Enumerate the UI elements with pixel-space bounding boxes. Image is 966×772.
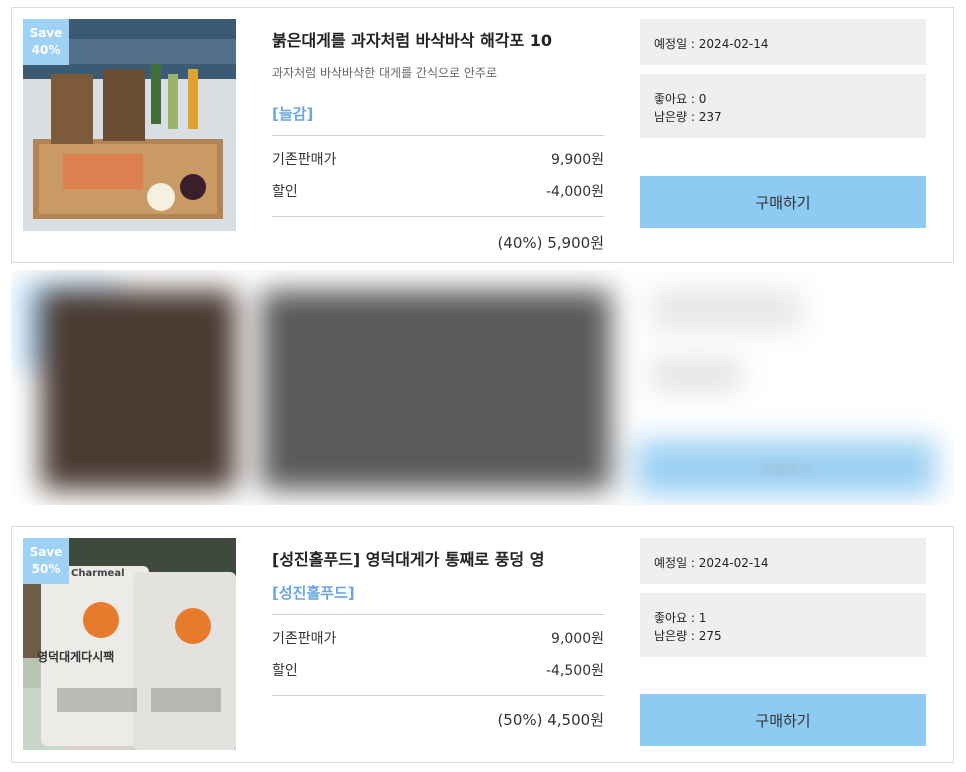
- product-image[interactable]: Charmeal 영덕대게다시팩 Save 50%: [23, 538, 236, 750]
- product-card-3: Charmeal 영덕대게다시팩 Save 50% [성진홀푸드] 영덕대게가 …: [11, 526, 954, 763]
- final-price: (40%) 5,900원: [497, 234, 604, 252]
- pack-logo: Charmeal: [71, 568, 125, 579]
- original-price-label: 기존판매가: [272, 152, 337, 168]
- badge-percent: 50%: [31, 562, 61, 576]
- release-date-box: 예정일 : 2024-02-14: [640, 19, 926, 65]
- product-card-1: Save 40% 붉은대게를 과자처럼 바삭바삭 해각포 10 과자처럼 바삭바…: [11, 7, 954, 263]
- original-price-row: 기존판매가 9,900원: [272, 149, 604, 169]
- divider: [272, 695, 604, 696]
- discount-label: 할인: [272, 663, 298, 679]
- original-price-value: 9,900원: [551, 152, 604, 168]
- badge-label: Save: [29, 26, 63, 40]
- product-subtitle: 과자처럼 바삭바삭한 대게를 간식으로 안주로: [272, 66, 498, 80]
- buy-button[interactable]: 구매하기: [671, 460, 901, 481]
- likes-count: 좋아요 : 1: [654, 611, 707, 625]
- discount-label: 할인: [272, 184, 298, 200]
- product-image[interactable]: Save 40%: [23, 19, 236, 231]
- buy-button[interactable]: 구매하기: [640, 694, 926, 746]
- discount-value: -4,500원: [545, 663, 604, 679]
- discount-row: 할인 -4,000원: [272, 181, 604, 201]
- product-title[interactable]: [성진홀푸드] 영덕대게가 통째로 풍덩 영: [272, 549, 604, 571]
- badge-label: Save: [29, 545, 63, 559]
- save-badge: Save 40%: [23, 19, 69, 65]
- buy-button[interactable]: 구매하기: [640, 176, 926, 228]
- likes-count: 좋아요 : 0: [654, 92, 707, 106]
- final-price: (50%) 4,500원: [497, 711, 604, 729]
- divider: [272, 614, 604, 615]
- divider: [272, 216, 604, 217]
- release-date: 예정일 : 2024-02-14: [654, 37, 769, 51]
- stock-count: 남은량 : 237: [654, 110, 722, 124]
- original-price-label: 기존판매가: [272, 631, 337, 647]
- discount-value: -4,000원: [545, 184, 604, 200]
- brand-link[interactable]: [성진홀푸드]: [272, 582, 604, 603]
- product-title[interactable]: 붉은대게를 과자처럼 바삭바삭 해각포 10: [272, 30, 604, 52]
- stats-box: 좋아요 : 1 남은량 : 275: [640, 593, 926, 657]
- stock-count: 남은량 : 275: [654, 629, 722, 643]
- save-badge: Save 50%: [23, 538, 69, 584]
- release-date: 예정일 : 2024-02-14: [654, 556, 769, 570]
- pack-text: 영덕대게다시팩: [37, 650, 115, 664]
- badge-percent: 40%: [31, 43, 61, 57]
- discount-row: 할인 -4,500원: [272, 660, 604, 680]
- stats-box: 좋아요 : 0 남은량 : 237: [640, 74, 926, 138]
- product-card-2-blurred: 구매하기: [11, 270, 954, 505]
- brand-link[interactable]: [늘감]: [272, 103, 604, 124]
- original-price-row: 기존판매가 9,000원: [272, 628, 604, 648]
- release-date-box: 예정일 : 2024-02-14: [640, 538, 926, 584]
- divider: [272, 135, 604, 136]
- original-price-value: 9,000원: [551, 631, 604, 647]
